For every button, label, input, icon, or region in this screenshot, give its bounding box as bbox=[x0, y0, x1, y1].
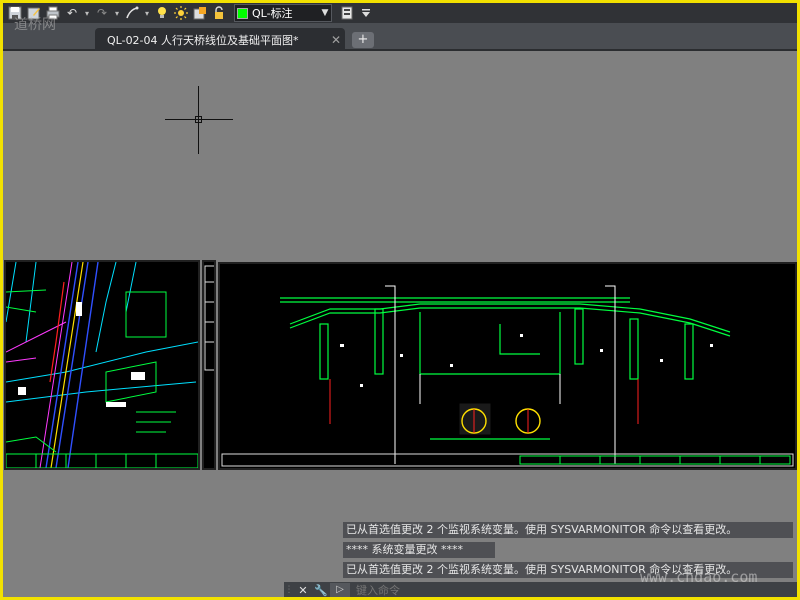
tab-label: QL-02-04 人行天桥线位及基础平面图* bbox=[107, 33, 299, 47]
viewport-elevation[interactable] bbox=[218, 262, 797, 470]
file-tab-bar: QL-02-04 人行天桥线位及基础平面图* ✕ + bbox=[3, 23, 797, 51]
sun-icon[interactable] bbox=[173, 5, 189, 21]
tab-drawing[interactable]: QL-02-04 人行天桥线位及基础平面图* ✕ bbox=[95, 28, 345, 51]
drag-handle-icon[interactable]: ⋮ bbox=[284, 585, 294, 595]
light-bulb-icon[interactable] bbox=[154, 5, 170, 21]
command-history-line: **** 系统变量更改 **** bbox=[343, 542, 495, 558]
command-history-line: 已从首选值更改 2 个监视系统变量。使用 SYSVARMONITOR 命令以查看… bbox=[343, 522, 793, 538]
undo-dropdown-icon[interactable]: ▾ bbox=[83, 9, 91, 18]
elevation-drawing bbox=[221, 285, 794, 467]
layer-name: QL-标注 bbox=[252, 7, 293, 20]
plan-drawing bbox=[6, 262, 198, 468]
layer-color-swatch bbox=[237, 7, 248, 19]
customize-toolbar-icon[interactable] bbox=[358, 5, 374, 21]
close-icon[interactable]: ✕ bbox=[294, 584, 312, 597]
close-icon[interactable]: ✕ bbox=[327, 33, 345, 47]
title-strip-drawing bbox=[204, 265, 214, 371]
watermark-logo: 道桥网 bbox=[14, 17, 56, 33]
layer-properties-icon[interactable] bbox=[339, 5, 355, 21]
redo-dropdown-icon[interactable]: ▾ bbox=[113, 9, 121, 18]
layer-dropdown[interactable]: QL-标注 ▼ bbox=[234, 4, 332, 22]
watermark-url: www.chdao.com bbox=[640, 568, 758, 586]
crosshair-pickbox bbox=[195, 116, 202, 123]
match-properties-icon[interactable] bbox=[124, 5, 140, 21]
wrench-icon[interactable]: 🔧 bbox=[312, 584, 330, 597]
chevron-down-icon: ▼ bbox=[321, 8, 329, 18]
viewport-title-strip[interactable] bbox=[202, 260, 216, 470]
match-dropdown-icon[interactable]: ▾ bbox=[143, 9, 151, 18]
redo-icon[interactable]: ↷ bbox=[94, 5, 110, 21]
new-tab-button[interactable]: + bbox=[352, 32, 374, 48]
layer-freeze-icon[interactable] bbox=[192, 5, 208, 21]
viewport-plan[interactable] bbox=[4, 260, 200, 470]
undo-icon[interactable]: ↶ bbox=[64, 5, 80, 21]
lock-icon[interactable] bbox=[211, 5, 227, 21]
command-prompt-icon[interactable]: ▷ bbox=[330, 583, 350, 597]
quick-access-toolbar: ↶ ▾ ↷ ▾ ▾ QL-标注 ▼ bbox=[3, 3, 797, 23]
